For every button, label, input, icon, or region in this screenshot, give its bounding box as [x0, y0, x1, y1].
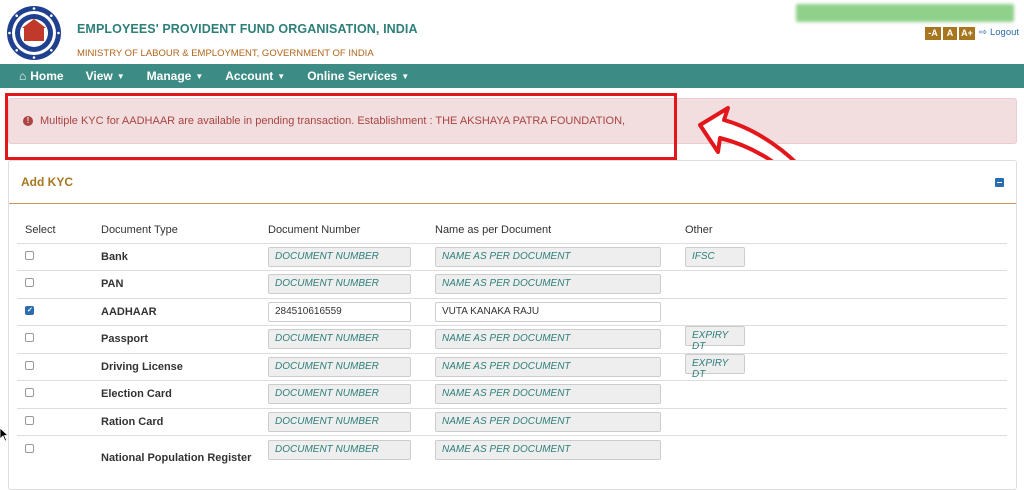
panel-header: Add KYC [9, 161, 1016, 204]
row-checkbox-checked[interactable] [25, 305, 34, 315]
name-input[interactable]: NAME AS PER DOCUMENT [435, 356, 661, 377]
add-kyc-panel: Add KYC Select Document Type Document Nu… [8, 160, 1017, 490]
ifsc-input[interactable]: IFSC [685, 246, 745, 267]
nav-home[interactable]: ⌂ Home [0, 64, 75, 88]
panel-title: Add KYC [21, 175, 73, 189]
table-header-row: Select Document Type Document Number Nam… [17, 217, 1007, 243]
document-type: AADHAAR [101, 297, 268, 326]
table-row: PAN DOCUMENT NUMBER NAME AS PER DOCUMENT [17, 270, 1007, 298]
document-type: Ration Card [101, 407, 268, 436]
row-checkbox[interactable] [25, 388, 34, 398]
name-input[interactable]: NAME AS PER DOCUMENT [435, 329, 661, 350]
kyc-table: Select Document Type Document Number Nam… [17, 217, 1007, 482]
document-number-input[interactable]: DOCUMENT NUMBER [268, 246, 411, 267]
document-number-input[interactable]: 284510616559 [268, 301, 411, 322]
document-number-input[interactable]: DOCUMENT NUMBER [268, 329, 411, 350]
row-checkbox[interactable] [25, 415, 34, 425]
document-type: PAN [101, 270, 268, 298]
name-input[interactable]: NAME AS PER DOCUMENT [435, 384, 661, 405]
uan-info-blurred [796, 4, 1014, 22]
nav-view[interactable]: View ▼ [75, 64, 136, 88]
highlight-box [5, 93, 677, 160]
nav-account-label: Account [225, 69, 274, 83]
row-checkbox[interactable] [25, 278, 34, 288]
collapse-icon[interactable] [995, 177, 1004, 187]
name-input[interactable]: NAME AS PER DOCUMENT [435, 440, 661, 460]
font-increase-button[interactable]: A+ [959, 27, 975, 40]
row-checkbox[interactable] [25, 444, 34, 453]
row-checkbox[interactable] [25, 360, 34, 370]
table-row: AADHAAR 284510616559 VUTA KANAKA RAJU [17, 297, 1007, 326]
table-row: Ration Card DOCUMENT NUMBER NAME AS PER … [17, 407, 1007, 436]
expiry-date-input[interactable]: EXPIRY DT [685, 326, 745, 352]
epfo-logo [7, 6, 61, 60]
font-size-controls: -A A A+ [925, 27, 975, 40]
document-type: Bank [101, 242, 268, 271]
document-type: Driving License [101, 352, 268, 381]
font-normal-button[interactable]: A [943, 27, 957, 40]
nav-view-label: View [85, 69, 113, 83]
table-row: Driving License DOCUMENT NUMBER NAME AS … [17, 352, 1007, 381]
font-decrease-button[interactable]: -A [925, 27, 941, 40]
logout-icon: ⇨ [979, 27, 987, 38]
document-type: Passport [101, 325, 268, 353]
name-input[interactable]: NAME AS PER DOCUMENT [435, 274, 661, 295]
logout-link[interactable]: ⇨ Logout [979, 27, 1019, 38]
caret-down-icon: ▼ [277, 71, 286, 81]
document-number-input[interactable]: DOCUMENT NUMBER [268, 384, 411, 405]
document-number-input[interactable]: DOCUMENT NUMBER [268, 440, 411, 460]
row-checkbox[interactable] [25, 250, 34, 260]
caret-down-icon: ▼ [195, 71, 204, 81]
mouse-cursor-icon [0, 428, 8, 442]
document-number-input[interactable]: DOCUMENT NUMBER [268, 274, 411, 295]
name-input[interactable]: NAME AS PER DOCUMENT [435, 246, 661, 267]
main-nav: ⌂ Home View ▼ Manage ▼ Account ▼ Online … [0, 64, 1024, 88]
expiry-date-input[interactable]: EXPIRY DT [685, 353, 745, 380]
logout-label: Logout [989, 27, 1020, 38]
caret-down-icon: ▼ [401, 71, 410, 81]
table-row: Election Card DOCUMENT NUMBER NAME AS PE… [17, 380, 1007, 408]
table-row: National Population Register DOCUMENT NU… [17, 435, 1007, 482]
nav-home-label: Home [30, 69, 64, 83]
document-number-input[interactable]: DOCUMENT NUMBER [268, 356, 411, 377]
col-select: Select [25, 223, 56, 236]
document-type: National Population Register [101, 435, 268, 482]
nav-manage-label: Manage [146, 69, 192, 83]
col-document-type: Document Type [101, 223, 178, 236]
col-other: Other [685, 223, 713, 236]
document-type: Election Card [101, 380, 268, 408]
org-name: EMPLOYEES' PROVIDENT FUND ORGANISATION, … [77, 22, 418, 36]
site-header: EMPLOYEES' PROVIDENT FUND ORGANISATION, … [0, 0, 1024, 64]
col-name-as-per-document: Name as per Document [435, 223, 552, 236]
row-checkbox[interactable] [25, 333, 34, 343]
nav-account[interactable]: Account ▼ [214, 64, 296, 88]
table-row: Bank DOCUMENT NUMBER NAME AS PER DOCUMEN… [17, 242, 1007, 271]
home-icon: ⌂ [19, 69, 27, 83]
col-document-number: Document Number [268, 223, 361, 236]
nav-manage[interactable]: Manage ▼ [136, 64, 215, 88]
nav-online-services-label: Online Services [307, 69, 398, 83]
nav-online-services[interactable]: Online Services ▼ [296, 64, 420, 88]
document-number-input[interactable]: DOCUMENT NUMBER [268, 411, 411, 432]
name-input[interactable]: VUTA KANAKA RAJU [435, 301, 661, 322]
table-row: Passport DOCUMENT NUMBER NAME AS PER DOC… [17, 325, 1007, 353]
caret-down-icon: ▼ [116, 71, 125, 81]
name-input[interactable]: NAME AS PER DOCUMENT [435, 411, 661, 432]
ministry-name: MINISTRY OF LABOUR & EMPLOYMENT, GOVERNM… [77, 48, 374, 59]
